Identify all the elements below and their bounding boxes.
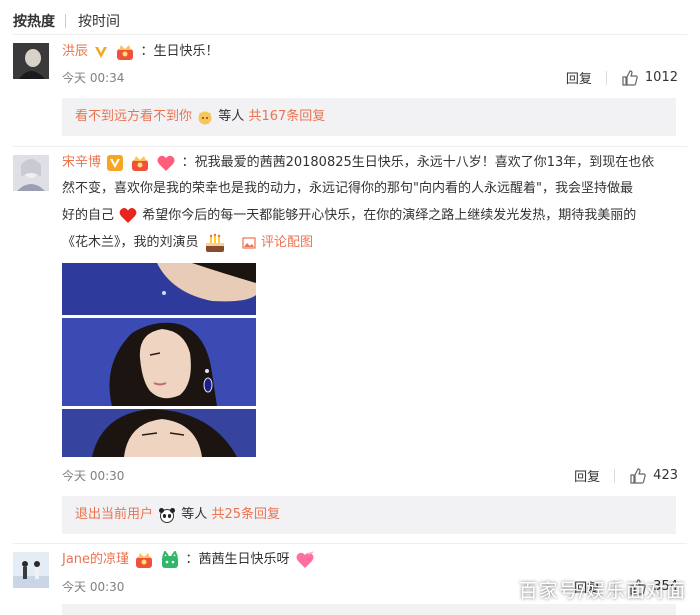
comment-username[interactable]: 洪辰	[62, 44, 88, 59]
pink-heart-icon	[296, 550, 314, 568]
avatar-portrait-icon	[13, 155, 49, 191]
comment-time: 今天 00:30	[62, 469, 125, 483]
action-divider	[614, 468, 616, 483]
header-divider	[13, 34, 687, 35]
avatar[interactable]	[13, 552, 49, 588]
thumb-up-icon	[630, 467, 646, 484]
red-heart-icon	[119, 208, 137, 223]
comment-image[interactable]	[62, 263, 256, 457]
avatar-portrait-icon	[13, 43, 49, 79]
reply-username[interactable]: 看不到远方看不到你	[75, 109, 192, 124]
comment-text-line: 希望你今后的每一天都能够开心快乐，在你的演绎之路上继续发光发热，期待我美丽的	[142, 208, 637, 223]
comment-username[interactable]: 宋辛博	[62, 155, 101, 170]
like-button[interactable]: 1012	[621, 69, 678, 87]
comment-line: 好的自己 希望你今后的每一天都能够开心快乐，在你的演绎之路上继续发光发热，期待我…	[62, 204, 636, 228]
comment-text: 茜茜生日快乐呀	[198, 552, 290, 567]
comment-separator: ：	[181, 155, 195, 170]
like-count: 1012	[644, 70, 678, 85]
comment-separator: ：	[185, 552, 199, 567]
vip-v-icon	[95, 46, 108, 58]
comment-actions: 回复 423	[574, 466, 678, 485]
sort-by-hot-tab[interactable]: 按热度	[13, 11, 55, 31]
crown-badge-icon	[132, 155, 149, 171]
action-divider	[605, 70, 607, 85]
reply-summary[interactable]: 看不到远方看不到你 等人 共167条回复	[62, 98, 676, 136]
crown-badge-icon	[136, 552, 153, 568]
reply-button[interactable]: 回复	[566, 68, 592, 87]
comment-line: 洪辰 ：生日快乐！	[62, 40, 218, 64]
comment-line: 《花木兰》，我的刘演员 评论配图	[62, 231, 313, 255]
comment-text-line: 然不变，喜欢你是我的荣幸也是我的动力，永远记得你的那句"向内看的人永远醒着"，我…	[62, 181, 633, 196]
sort-by-time-tab[interactable]: 按时间	[78, 11, 120, 31]
cake-icon	[205, 233, 224, 252]
sort-bar: 按热度 按时间	[13, 11, 120, 31]
reply-mid-text: 等人	[181, 507, 208, 522]
sort-divider	[65, 14, 66, 28]
reply-username[interactable]: 退出当前用户	[75, 507, 153, 522]
image-icon	[242, 236, 256, 249]
avatar[interactable]	[13, 155, 49, 191]
comment-text-line: 《花木兰》，我的刘演员	[62, 235, 199, 250]
crown-badge-icon	[117, 44, 134, 60]
watermark: 百家号/娱乐面对面	[518, 580, 686, 602]
comment-time: 今天 00:34	[62, 71, 125, 85]
vip-v-icon	[107, 154, 124, 171]
comment-divider	[13, 146, 687, 147]
like-button[interactable]: 423	[629, 467, 678, 485]
cat-emoji-icon	[198, 111, 212, 124]
comment-line: 宋辛博 ：祝我最爱的茜茜20180825生日快乐，永远十八岁！喜欢了你13年，到…	[62, 151, 654, 175]
comment-divider	[13, 543, 687, 544]
reply-mid-text: 等人	[218, 109, 245, 124]
green-badge-icon	[162, 550, 179, 568]
comment-text-line: 好的自己	[62, 208, 115, 223]
avatar[interactable]	[13, 43, 49, 79]
heart-badge-icon	[157, 155, 175, 171]
reply-count-link[interactable]: 共25条回复	[211, 507, 280, 522]
comment-time: 今天 00:30	[62, 580, 125, 594]
comment-separator: ：	[140, 44, 154, 59]
comment-line: Jane的凉瑾 ：茜茜生日快乐呀	[62, 548, 316, 572]
comment-text: 生日快乐！	[153, 44, 219, 59]
avatar-portrait-icon	[13, 552, 49, 588]
comment-pic-link-label: 评论配图	[260, 235, 313, 250]
comment-pic-link[interactable]: 评论配图	[241, 235, 313, 250]
reply-summary[interactable]: 退出当前用户 等人 共25条回复	[62, 496, 676, 534]
comment-photo	[62, 263, 256, 457]
reply-count-link[interactable]: 共167条回复	[248, 109, 325, 124]
thumb-up-icon	[622, 69, 638, 86]
comment-text-line: 祝我最爱的茜茜20180825生日快乐，永远十八岁！喜欢了你13年，到现在也依	[194, 155, 655, 170]
reply-summary-partial[interactable]	[62, 604, 676, 615]
reply-button[interactable]: 回复	[574, 466, 600, 485]
like-count: 423	[653, 468, 678, 483]
panda-icon	[159, 507, 176, 523]
comment-actions: 回复 1012	[566, 68, 678, 87]
comment-username[interactable]: Jane的凉瑾	[62, 552, 129, 567]
